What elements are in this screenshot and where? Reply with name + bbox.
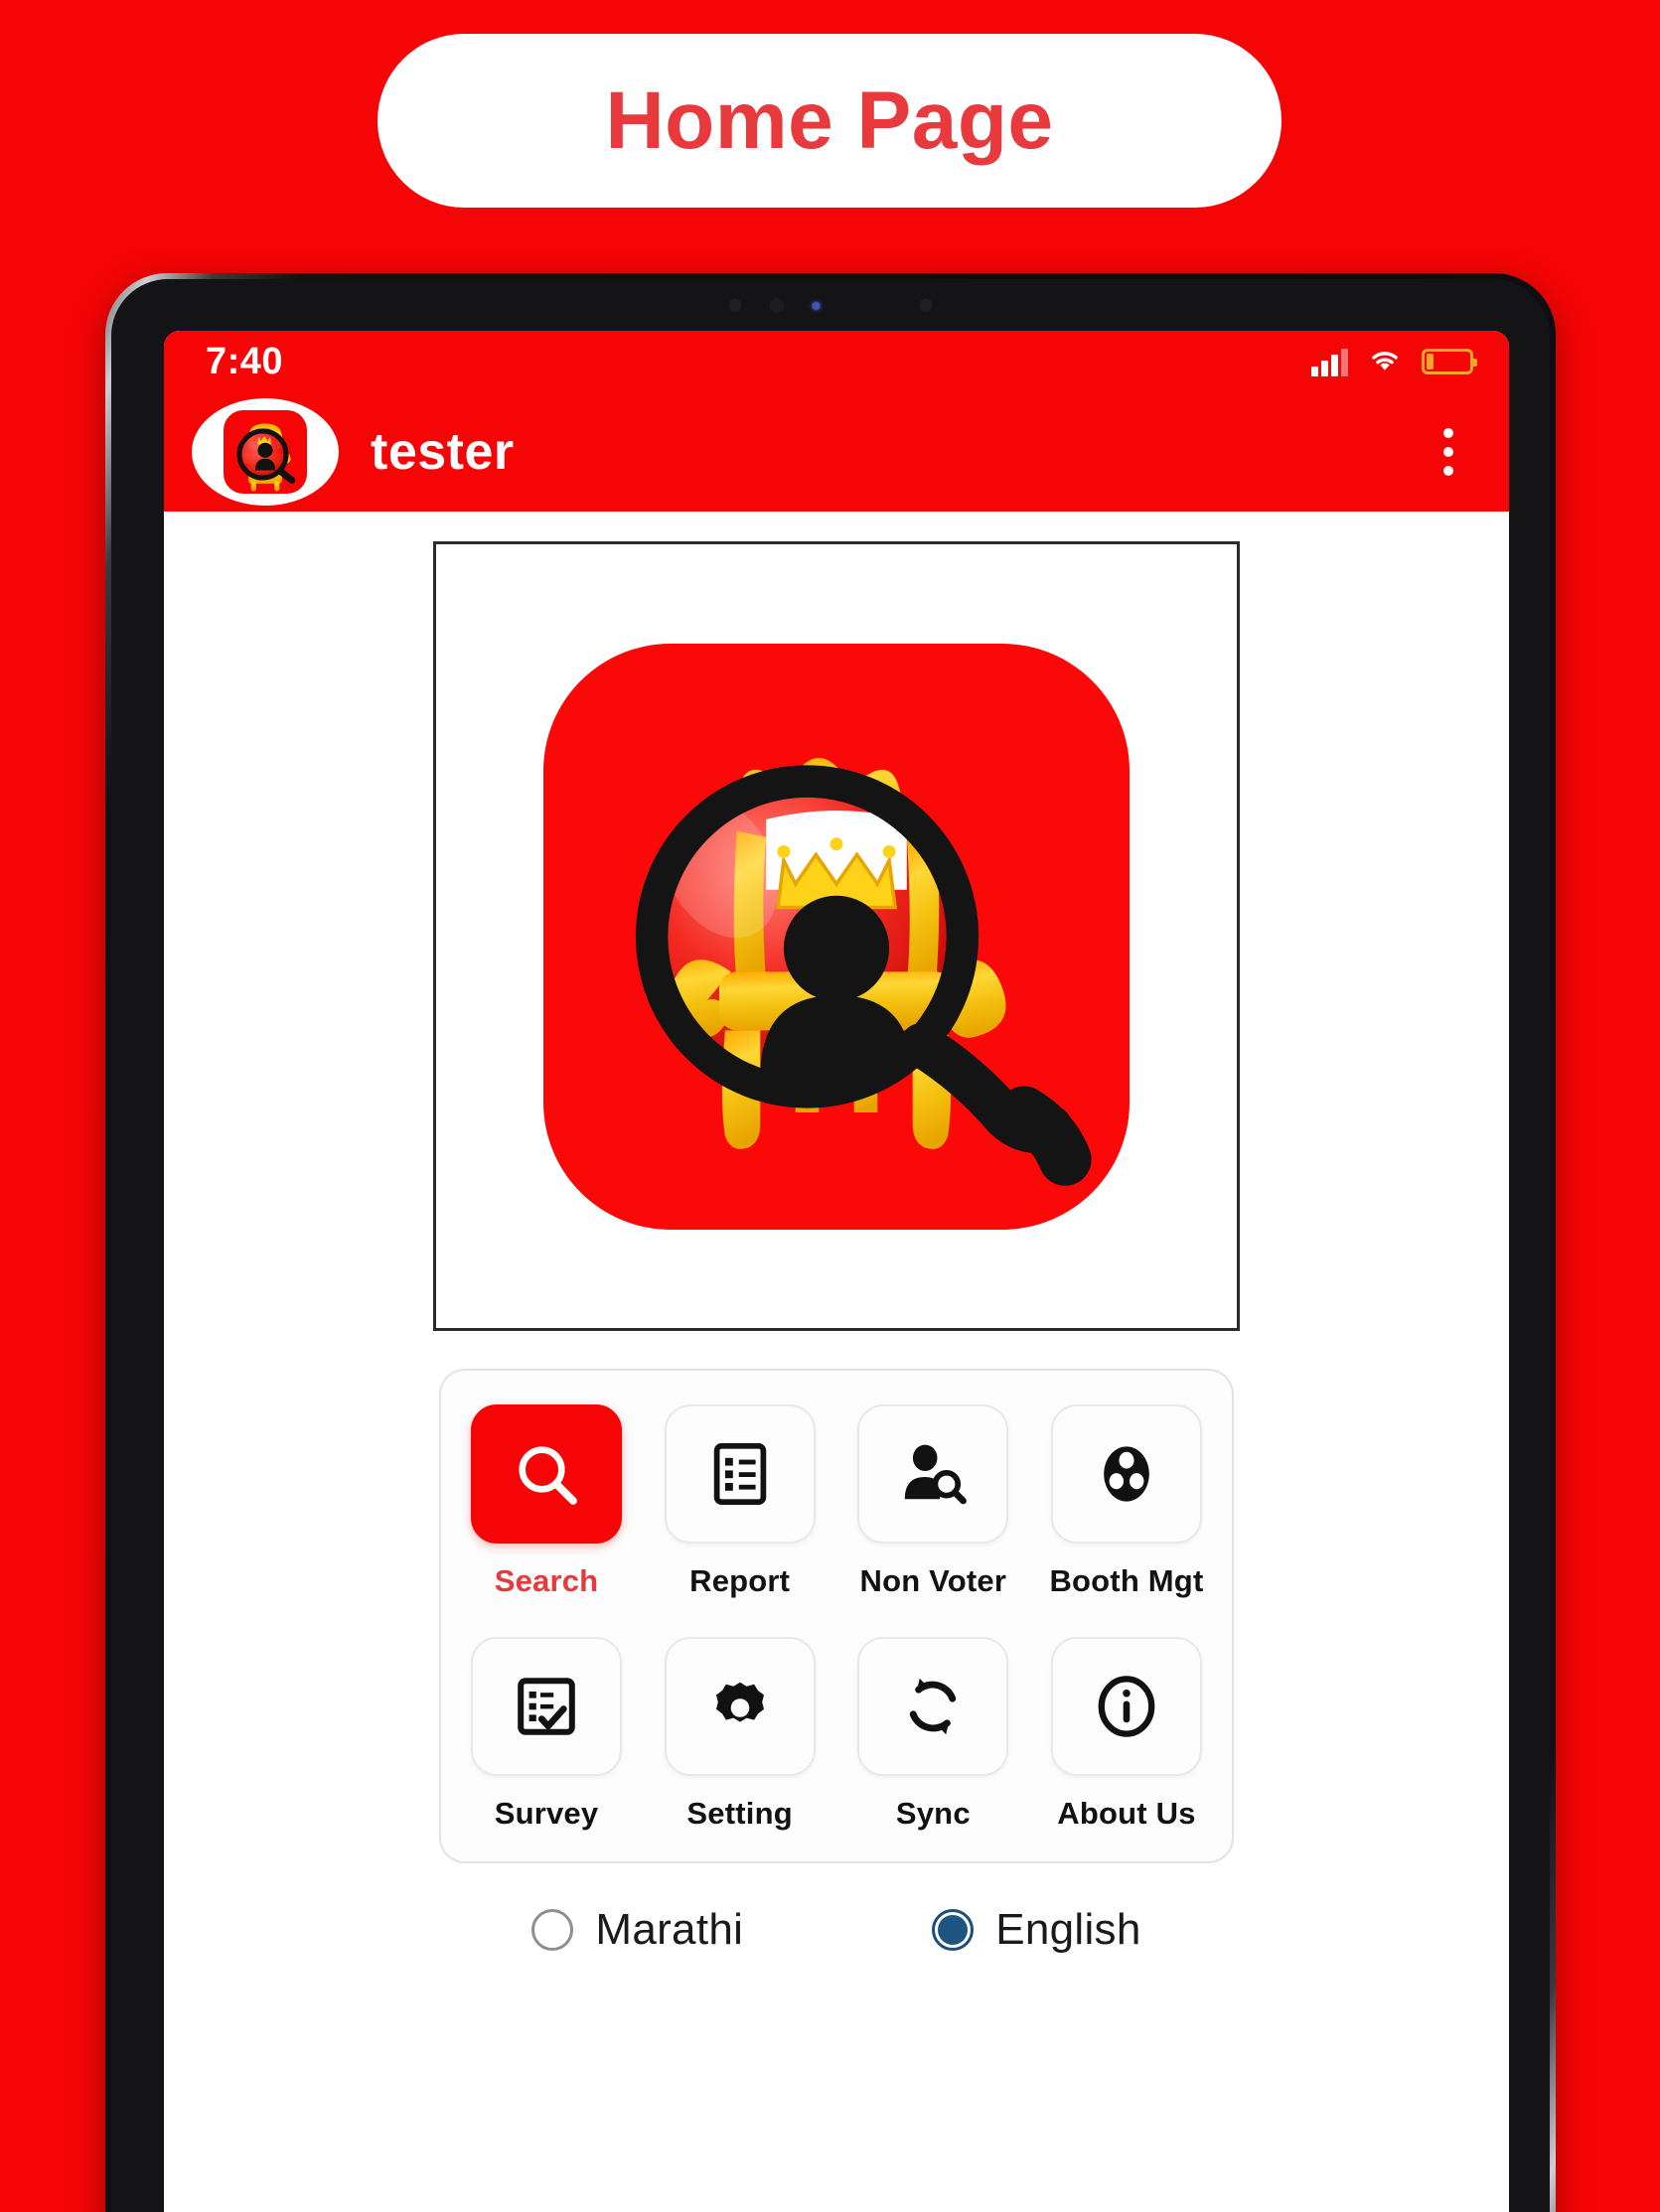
app-logo-icon <box>224 410 307 494</box>
menu-item-about-us[interactable]: About Us <box>1047 1637 1206 1832</box>
menu-label-about-us: About Us <box>1057 1796 1196 1831</box>
front-camera-icon <box>769 298 785 313</box>
menu-label-survey: Survey <box>494 1796 599 1831</box>
sync-tile[interactable] <box>857 1637 1009 1776</box>
menu-item-survey[interactable]: Survey <box>467 1637 626 1832</box>
signal-bars-icon <box>1311 347 1348 376</box>
non-voter-tile[interactable] <box>857 1404 1009 1544</box>
brand-logo-frame <box>433 541 1240 1331</box>
people-group-icon <box>1104 1446 1149 1502</box>
search-icon <box>519 1446 577 1505</box>
report-list-icon <box>713 1442 766 1506</box>
menu-item-sync[interactable]: Sync <box>853 1637 1012 1832</box>
menu-item-setting[interactable]: Setting <box>661 1637 820 1832</box>
menu-label-sync: Sync <box>895 1796 971 1831</box>
menu-item-booth-mgt[interactable]: Booth Mgt <box>1047 1404 1206 1599</box>
menu-label-booth-mgt: Booth Mgt <box>1049 1563 1204 1598</box>
radio-marathi[interactable] <box>531 1909 574 1951</box>
menu-label-setting: Setting <box>686 1796 793 1831</box>
status-led-icon <box>812 301 821 310</box>
page-title-pill: Home Page <box>377 34 1282 208</box>
language-label-english: English <box>995 1905 1141 1954</box>
throne-magnifier-logo-icon <box>543 643 1130 1230</box>
kebab-menu-icon[interactable] <box>1434 418 1463 486</box>
tablet-device-frame: 7:40 tester Search Report Non Voter Boot… <box>105 273 1556 2212</box>
page-title: Home Page <box>605 74 1054 166</box>
survey-tile[interactable] <box>471 1637 622 1776</box>
sync-icon <box>910 1678 957 1735</box>
setting-tile[interactable] <box>664 1637 816 1776</box>
survey-check-icon <box>518 1678 575 1735</box>
about-us-tile[interactable] <box>1050 1637 1202 1776</box>
gear-icon <box>715 1682 764 1722</box>
status-bar-icons <box>1311 345 1477 379</box>
tablet-bezel: 7:40 tester Search Report Non Voter Boot… <box>111 279 1550 2212</box>
search-tile[interactable] <box>471 1404 622 1544</box>
radio-english[interactable] <box>932 1909 975 1951</box>
menu-item-search[interactable]: Search <box>467 1404 626 1599</box>
person-search-icon <box>905 1444 968 1505</box>
language-option-marathi[interactable]: Marathi <box>531 1905 743 1955</box>
page-title-appbar: tester <box>371 423 515 481</box>
proximity-sensor-icon <box>919 299 933 312</box>
menu-item-report[interactable]: Report <box>661 1404 820 1599</box>
menu-grid-card: Search Report Non Voter Booth Mgt Survey… <box>439 1369 1234 1863</box>
status-bar-time: 7:40 <box>206 340 284 382</box>
language-selector: Marathi English <box>439 1905 1234 1955</box>
menu-row: Search Report Non Voter Booth Mgt <box>467 1404 1206 1599</box>
language-option-english[interactable]: English <box>932 1905 1140 1955</box>
app-bar: tester <box>164 392 1509 512</box>
language-label-marathi: Marathi <box>595 1905 744 1954</box>
menu-label-report: Report <box>689 1563 791 1598</box>
info-circle-icon <box>1098 1676 1155 1737</box>
wifi-icon <box>1366 345 1404 379</box>
avatar[interactable] <box>192 398 339 506</box>
menu-row: Survey Setting Sync About Us <box>467 1637 1206 1832</box>
status-bar: 7:40 <box>164 331 1509 392</box>
report-tile[interactable] <box>664 1404 816 1544</box>
main-content: Search Report Non Voter Booth Mgt Survey… <box>164 512 1509 2212</box>
booth-mgt-tile[interactable] <box>1050 1404 1202 1544</box>
sensor-dot-icon <box>728 299 742 312</box>
menu-label-non-voter: Non Voter <box>859 1563 1007 1598</box>
device-screen: 7:40 tester Search Report Non Voter Boot… <box>164 331 1509 2212</box>
battery-low-icon <box>1422 349 1477 374</box>
menu-label-search: Search <box>494 1563 599 1598</box>
front-camera-sensors <box>728 298 933 313</box>
menu-item-non-voter[interactable]: Non Voter <box>853 1404 1012 1599</box>
